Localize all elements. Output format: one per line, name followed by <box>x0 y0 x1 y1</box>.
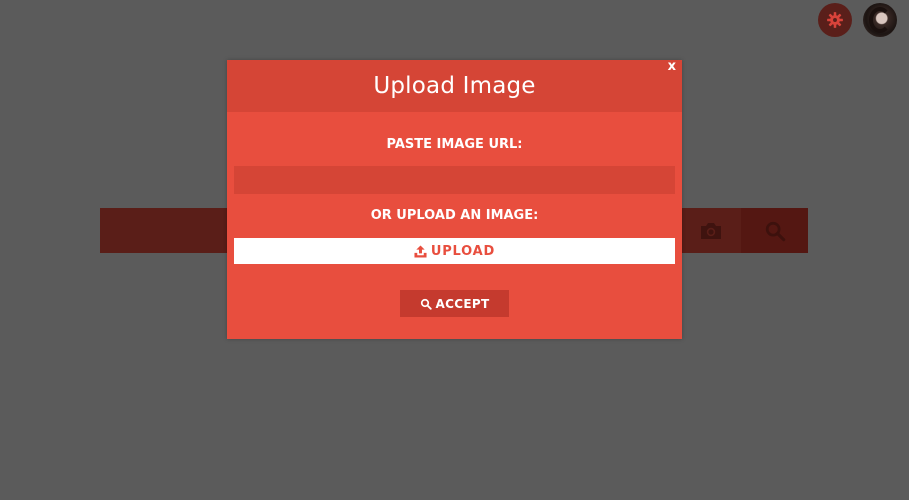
close-button[interactable]: x <box>667 59 677 74</box>
upload-image-label: OR UPLOAD AN IMAGE: <box>370 208 539 223</box>
paste-url-label: PASTE IMAGE URL: <box>386 137 523 152</box>
upload-button-label: UPLOAD <box>430 243 496 259</box>
gear-icon <box>826 11 844 29</box>
search-icon <box>764 220 786 242</box>
accept-button[interactable]: ACCEPT <box>400 290 509 317</box>
modal-header: Upload Image x <box>227 59 682 112</box>
upload-image-modal: Upload Image x PASTE IMAGE URL: OR UPLOA… <box>227 59 682 339</box>
upload-icon <box>414 244 427 258</box>
user-avatar[interactable] <box>863 3 897 37</box>
modal-title: Upload Image <box>373 73 536 99</box>
avatar-image <box>869 7 891 33</box>
settings-button[interactable] <box>818 3 852 37</box>
search-icon <box>420 298 432 310</box>
accept-button-label: ACCEPT <box>435 296 490 311</box>
upload-button[interactable]: UPLOAD <box>234 238 675 264</box>
camera-icon <box>699 221 723 241</box>
camera-button[interactable] <box>681 208 741 253</box>
image-url-input[interactable] <box>234 166 675 194</box>
search-button[interactable] <box>741 208 808 253</box>
page: Upload Image x PASTE IMAGE URL: OR UPLOA… <box>0 0 909 500</box>
